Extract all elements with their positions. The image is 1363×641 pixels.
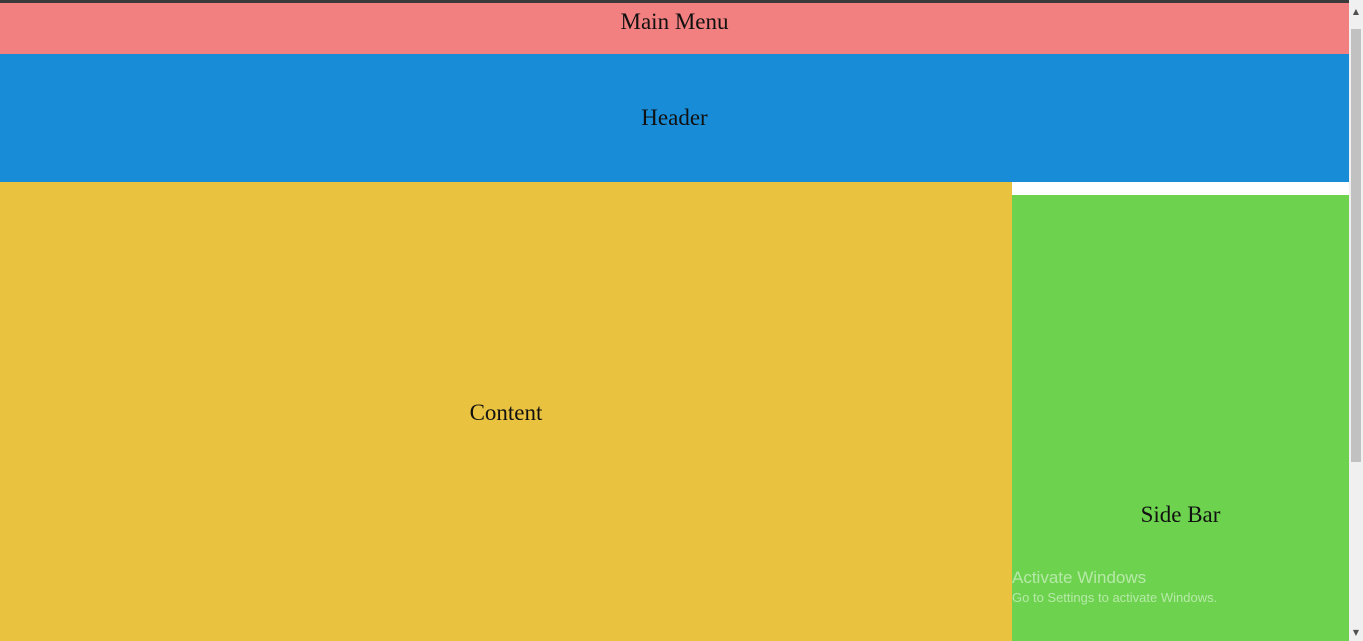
header: Header xyxy=(0,54,1349,182)
sidebar-gap xyxy=(1012,182,1349,195)
main-menu-label: Main Menu xyxy=(620,9,729,34)
sidebar-label: Side Bar xyxy=(1140,502,1221,527)
activation-watermark: Activate Windows Go to Settings to activ… xyxy=(1012,568,1349,605)
watermark-subtitle: Go to Settings to activate Windows. xyxy=(1012,590,1218,605)
arrow-up-icon[interactable]: ▲ xyxy=(1349,3,1363,20)
header-label: Header xyxy=(641,105,708,130)
content-label: Content xyxy=(469,399,543,425)
arrow-down-icon[interactable]: ▼ xyxy=(1349,624,1363,641)
main-menu: Main Menu xyxy=(0,3,1349,54)
page: Main Menu Header Content Side Bar Activa… xyxy=(0,0,1363,641)
scrollbar-thumb[interactable] xyxy=(1351,29,1361,462)
vertical-scrollbar[interactable]: ▲ ▼ xyxy=(1349,0,1363,641)
content-area: Content xyxy=(0,182,1012,641)
watermark-title: Activate Windows xyxy=(1012,568,1147,587)
